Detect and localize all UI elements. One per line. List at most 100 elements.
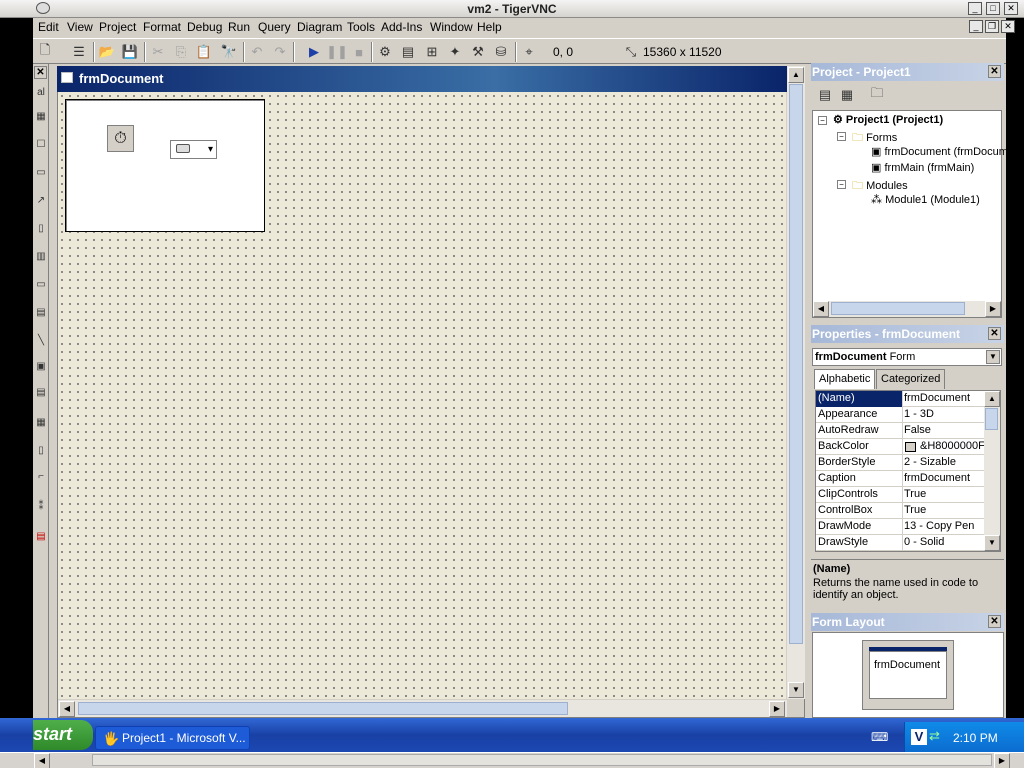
tree-scroll-thumb[interactable] [831, 302, 965, 315]
start-icon[interactable]: ▶ [304, 42, 324, 62]
extra-tool-icon[interactable]: ▤ [34, 530, 48, 544]
tab-alphabetic[interactable]: Alphabetic [814, 369, 876, 389]
collapse-project-icon[interactable]: − [818, 116, 827, 125]
paste-icon[interactable]: 📋 [194, 42, 214, 62]
vnc-scroll-right-button[interactable]: ▶ [994, 753, 1010, 768]
prop-value[interactable]: 0 - Solid [904, 536, 944, 548]
break-icon[interactable]: ❚❚ [326, 42, 348, 62]
properties-window-icon[interactable]: ▤ [398, 42, 418, 62]
custom-tool-icon[interactable]: ⁑ [34, 500, 48, 514]
vnc-scroll-thumb[interactable] [92, 754, 992, 766]
object-browser-icon[interactable]: ✦ [445, 42, 465, 62]
prop-value[interactable]: frmDocument [904, 392, 970, 404]
prop-row[interactable]: BackColor &H8000000F [816, 439, 985, 455]
frame-tool-icon[interactable]: ▦ [34, 110, 48, 124]
properties-close-button[interactable]: ✕ [988, 327, 1001, 340]
prop-row[interactable]: ControlBox True [816, 503, 984, 519]
menu-tools[interactable]: Tools [347, 20, 375, 34]
ide-close-button[interactable]: ✕ [1001, 20, 1015, 33]
cut-icon[interactable]: ✂ [148, 42, 168, 62]
end-icon[interactable]: ■ [349, 42, 369, 62]
menu-format[interactable]: Format [143, 20, 181, 34]
menu-query[interactable]: Query [258, 20, 291, 34]
start-button[interactable]: start [33, 720, 93, 750]
misc-tool-icon[interactable]: ⌐ [34, 470, 48, 484]
vnc-scroll-left-button[interactable]: ◀ [34, 753, 50, 768]
layout-form-preview[interactable]: frmDocument [862, 640, 954, 710]
data-tool-icon[interactable]: ▤ [34, 386, 48, 400]
prop-value[interactable]: 13 - Copy Pen [904, 520, 974, 532]
scroll-right-button[interactable]: ▶ [769, 701, 785, 717]
prop-row[interactable]: Caption frmDocument [816, 471, 984, 487]
menu-project[interactable]: Project [99, 20, 136, 34]
shape-tool-icon[interactable]: ▦ [34, 416, 48, 430]
prop-value[interactable]: False [904, 424, 931, 436]
project-explorer-close-button[interactable]: ✕ [988, 65, 1001, 78]
timer-tool-icon[interactable]: ▥ [34, 250, 48, 264]
vnc-horizontal-scrollbar[interactable]: ◀ ▶ [0, 752, 1024, 768]
tab-categorized[interactable]: Categorized [876, 369, 946, 389]
menu-editor-icon[interactable]: ☰ [69, 42, 89, 62]
find-icon[interactable]: 🔭 [219, 42, 239, 62]
prop-row[interactable]: Appearance 1 - 3D [816, 407, 984, 423]
network-icon[interactable]: ⇄ [929, 728, 940, 744]
scroll-up-button[interactable]: ▲ [788, 67, 804, 83]
collapse-modules-icon[interactable]: − [837, 180, 846, 189]
open-project-icon[interactable]: 📂 [97, 42, 117, 62]
tree-item-module1[interactable]: ⁂ Module1 (Module1) [871, 193, 980, 206]
scroll-down-button[interactable]: ▼ [788, 682, 804, 698]
tree-scroll-right-button[interactable]: ▶ [985, 301, 1001, 317]
vb-tray-icon[interactable]: V [911, 729, 927, 745]
checkbox-tool-icon[interactable]: ☐ [34, 138, 48, 152]
prop-row[interactable]: DrawStyle 0 - Solid [816, 535, 984, 551]
line-tool-icon[interactable]: ╲ [34, 334, 48, 348]
undo-icon[interactable]: ↶ [247, 42, 267, 62]
redo-icon[interactable]: ↷ [270, 42, 290, 62]
prop-value[interactable]: &H8000000F [920, 440, 985, 452]
vnc-minimize-button[interactable]: _ [968, 2, 982, 15]
menu-edit[interactable]: Edit [38, 20, 59, 34]
view-object-icon[interactable]: ▦ [837, 85, 857, 105]
label-tool-icon[interactable]: al [34, 86, 48, 100]
menu-window[interactable]: Window [430, 20, 473, 34]
taskbar-item-vb[interactable]: 🖐 Project1 - Microsoft V... [95, 726, 250, 750]
vnc-maximize-button[interactable]: □ [986, 2, 1000, 15]
designer-horizontal-scrollbar[interactable]: ◀ ▶ [58, 700, 787, 717]
prop-row[interactable]: BorderStyle 2 - Sizable [816, 455, 984, 471]
tree-item-frmmain[interactable]: ▣ frmMain (frmMain) [871, 161, 974, 174]
menu-run[interactable]: Run [228, 20, 250, 34]
ole-tool-icon[interactable]: ▣ [34, 360, 48, 374]
listbox-tool-icon[interactable]: ↗ [34, 194, 48, 208]
tree-scroll-left-button[interactable]: ◀ [813, 301, 829, 317]
prop-row[interactable]: AutoRedraw False [816, 423, 984, 439]
drive-tool-icon[interactable]: ▭ [34, 278, 48, 292]
toggle-folders-icon[interactable]: 🗀 [867, 85, 887, 105]
prop-value[interactable]: frmDocument [904, 472, 970, 484]
form-layout-close-button[interactable]: ✕ [988, 615, 1001, 628]
menu-view[interactable]: View [67, 20, 93, 34]
scroll-left-button[interactable]: ◀ [59, 701, 75, 717]
ide-restore-button[interactable]: ❐ [985, 20, 999, 33]
object-select[interactable]: frmDocument Form ▼ [812, 348, 1002, 366]
menu-add-ins[interactable]: Add-Ins [381, 20, 422, 34]
prop-row[interactable]: ClipControls True [816, 487, 984, 503]
collapse-forms-icon[interactable]: − [837, 132, 846, 141]
toolbox-close-button[interactable]: ✕ [34, 66, 47, 79]
form-layout-icon[interactable]: ⊞ [422, 42, 442, 62]
menu-debug[interactable]: Debug [187, 20, 222, 34]
tree-project-root[interactable]: ⚙ Project1 (Project1) [833, 113, 943, 126]
ide-minimize-button[interactable]: _ [969, 20, 983, 33]
copy-icon[interactable]: ⎘ [171, 42, 191, 62]
prop-scroll-up-button[interactable]: ▲ [984, 391, 1000, 407]
prop-row[interactable]: (Name) frmDocument [816, 391, 984, 407]
save-project-icon[interactable]: 💾 [120, 42, 140, 62]
add-project-icon[interactable]: 🗋 [35, 42, 55, 62]
combo-control[interactable]: ▾ [170, 140, 217, 159]
timer-control[interactable]: ⏱ [107, 125, 134, 152]
prop-value[interactable]: True [904, 504, 926, 516]
horizontal-scroll-thumb[interactable] [78, 702, 568, 715]
prop-value[interactable]: 2 - Sizable [904, 456, 956, 468]
image-tool-icon[interactable]: ▯ [34, 444, 48, 458]
view-code-icon[interactable]: ▤ [815, 85, 835, 105]
prop-scroll-down-button[interactable]: ▼ [984, 535, 1000, 551]
